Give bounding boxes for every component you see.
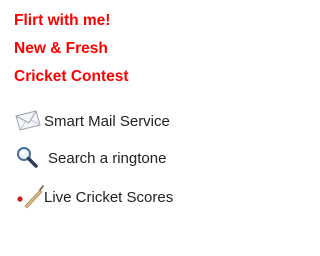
promo-link-cricket-contest[interactable]: Cricket Contest xyxy=(14,68,129,86)
service-item-search-ringtone[interactable]: Search a ringtone xyxy=(14,145,166,171)
magnifier-icon xyxy=(14,145,44,171)
cricket-bat-icon xyxy=(14,184,44,210)
service-item-live-cricket[interactable]: Live Cricket Scores xyxy=(14,184,173,210)
service-label-smart-mail: Smart Mail Service xyxy=(44,112,170,130)
promo-link-flirt-with-me[interactable]: Flirt with me! xyxy=(14,12,110,30)
service-label-search-ringtone: Search a ringtone xyxy=(48,149,167,167)
service-label-live-cricket: Live Cricket Scores xyxy=(44,188,174,206)
envelope-icon xyxy=(14,108,44,134)
service-item-smart-mail[interactable]: Smart Mail Service xyxy=(14,108,170,134)
promo-link-new-and-fresh[interactable]: New & Fresh xyxy=(14,40,108,58)
